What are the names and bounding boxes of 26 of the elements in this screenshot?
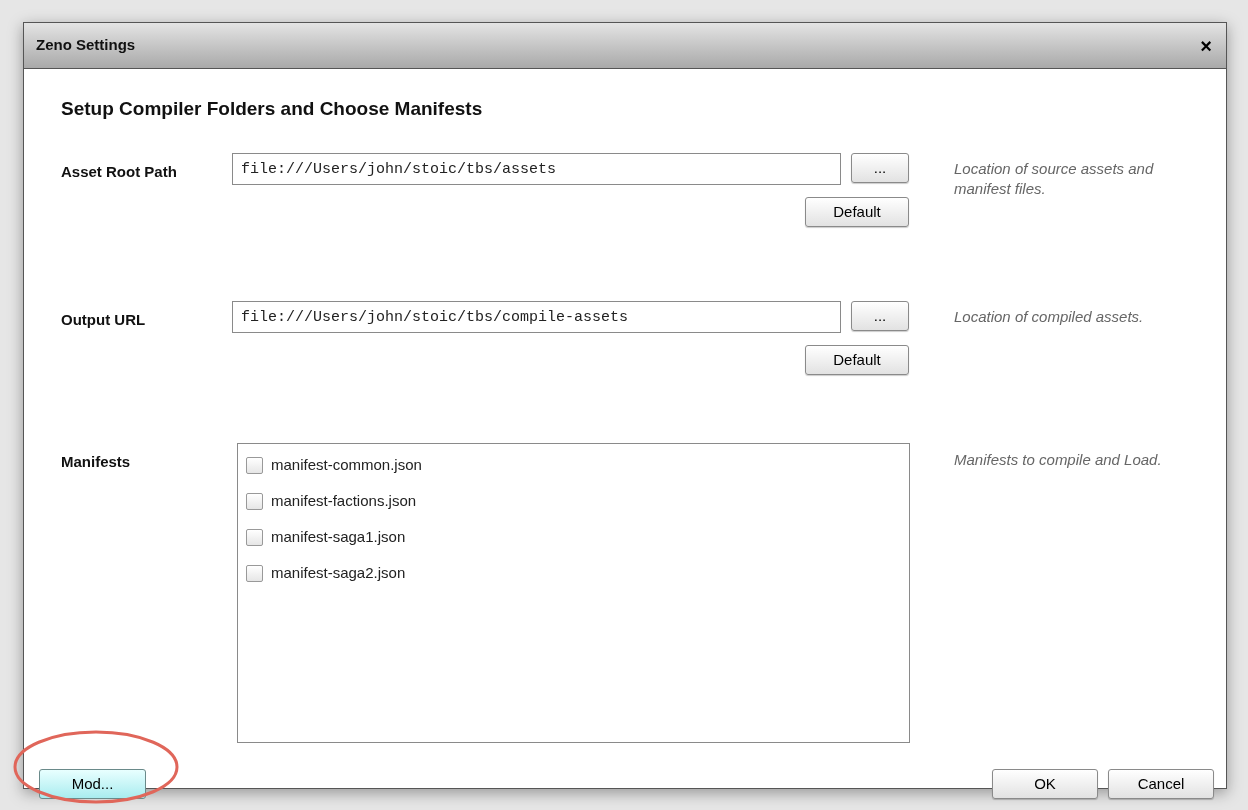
- manifest-name: manifest-common.json: [271, 454, 422, 475]
- close-button[interactable]: ×: [1200, 35, 1212, 56]
- field-description: Location of compiled assets.: [954, 307, 1145, 327]
- checkbox[interactable]: [246, 528, 263, 546]
- default-button[interactable]: Default: [805, 197, 909, 227]
- field-label: Asset Root Path: [61, 162, 178, 182]
- checkbox[interactable]: [246, 456, 263, 474]
- field-description: Location of source assets and manifest files.: [954, 159, 1155, 199]
- ok-button[interactable]: OK: [992, 769, 1098, 799]
- dialog-heading: Setup Compiler Folders and Choose Manifests: [61, 97, 484, 121]
- window-title: Zeno Settings: [36, 35, 136, 56]
- browse-button[interactable]: ...: [851, 301, 909, 331]
- field-label: Manifests: [61, 452, 132, 472]
- path-field[interactable]: file:///Users/john/stoic/tbs/assets: [232, 153, 841, 185]
- cancel-button[interactable]: Cancel: [1108, 769, 1214, 799]
- manifest-name: manifest-saga2.json: [271, 562, 406, 583]
- field-label: Output URL: [61, 310, 147, 330]
- checkbox[interactable]: [246, 492, 263, 510]
- path-field[interactable]: file:///Users/john/stoic/tbs/compile-assets: [232, 301, 841, 333]
- field-description: Manifests to compile and Load.: [954, 450, 1163, 470]
- mod-button[interactable]: Mod...: [39, 769, 146, 799]
- checkbox[interactable]: [246, 564, 263, 582]
- browse-button[interactable]: ...: [851, 153, 909, 183]
- manifest-name: manifest-factions.json: [271, 490, 417, 511]
- manifest-name: manifest-saga1.json: [271, 526, 406, 547]
- default-button[interactable]: Default: [805, 345, 909, 375]
